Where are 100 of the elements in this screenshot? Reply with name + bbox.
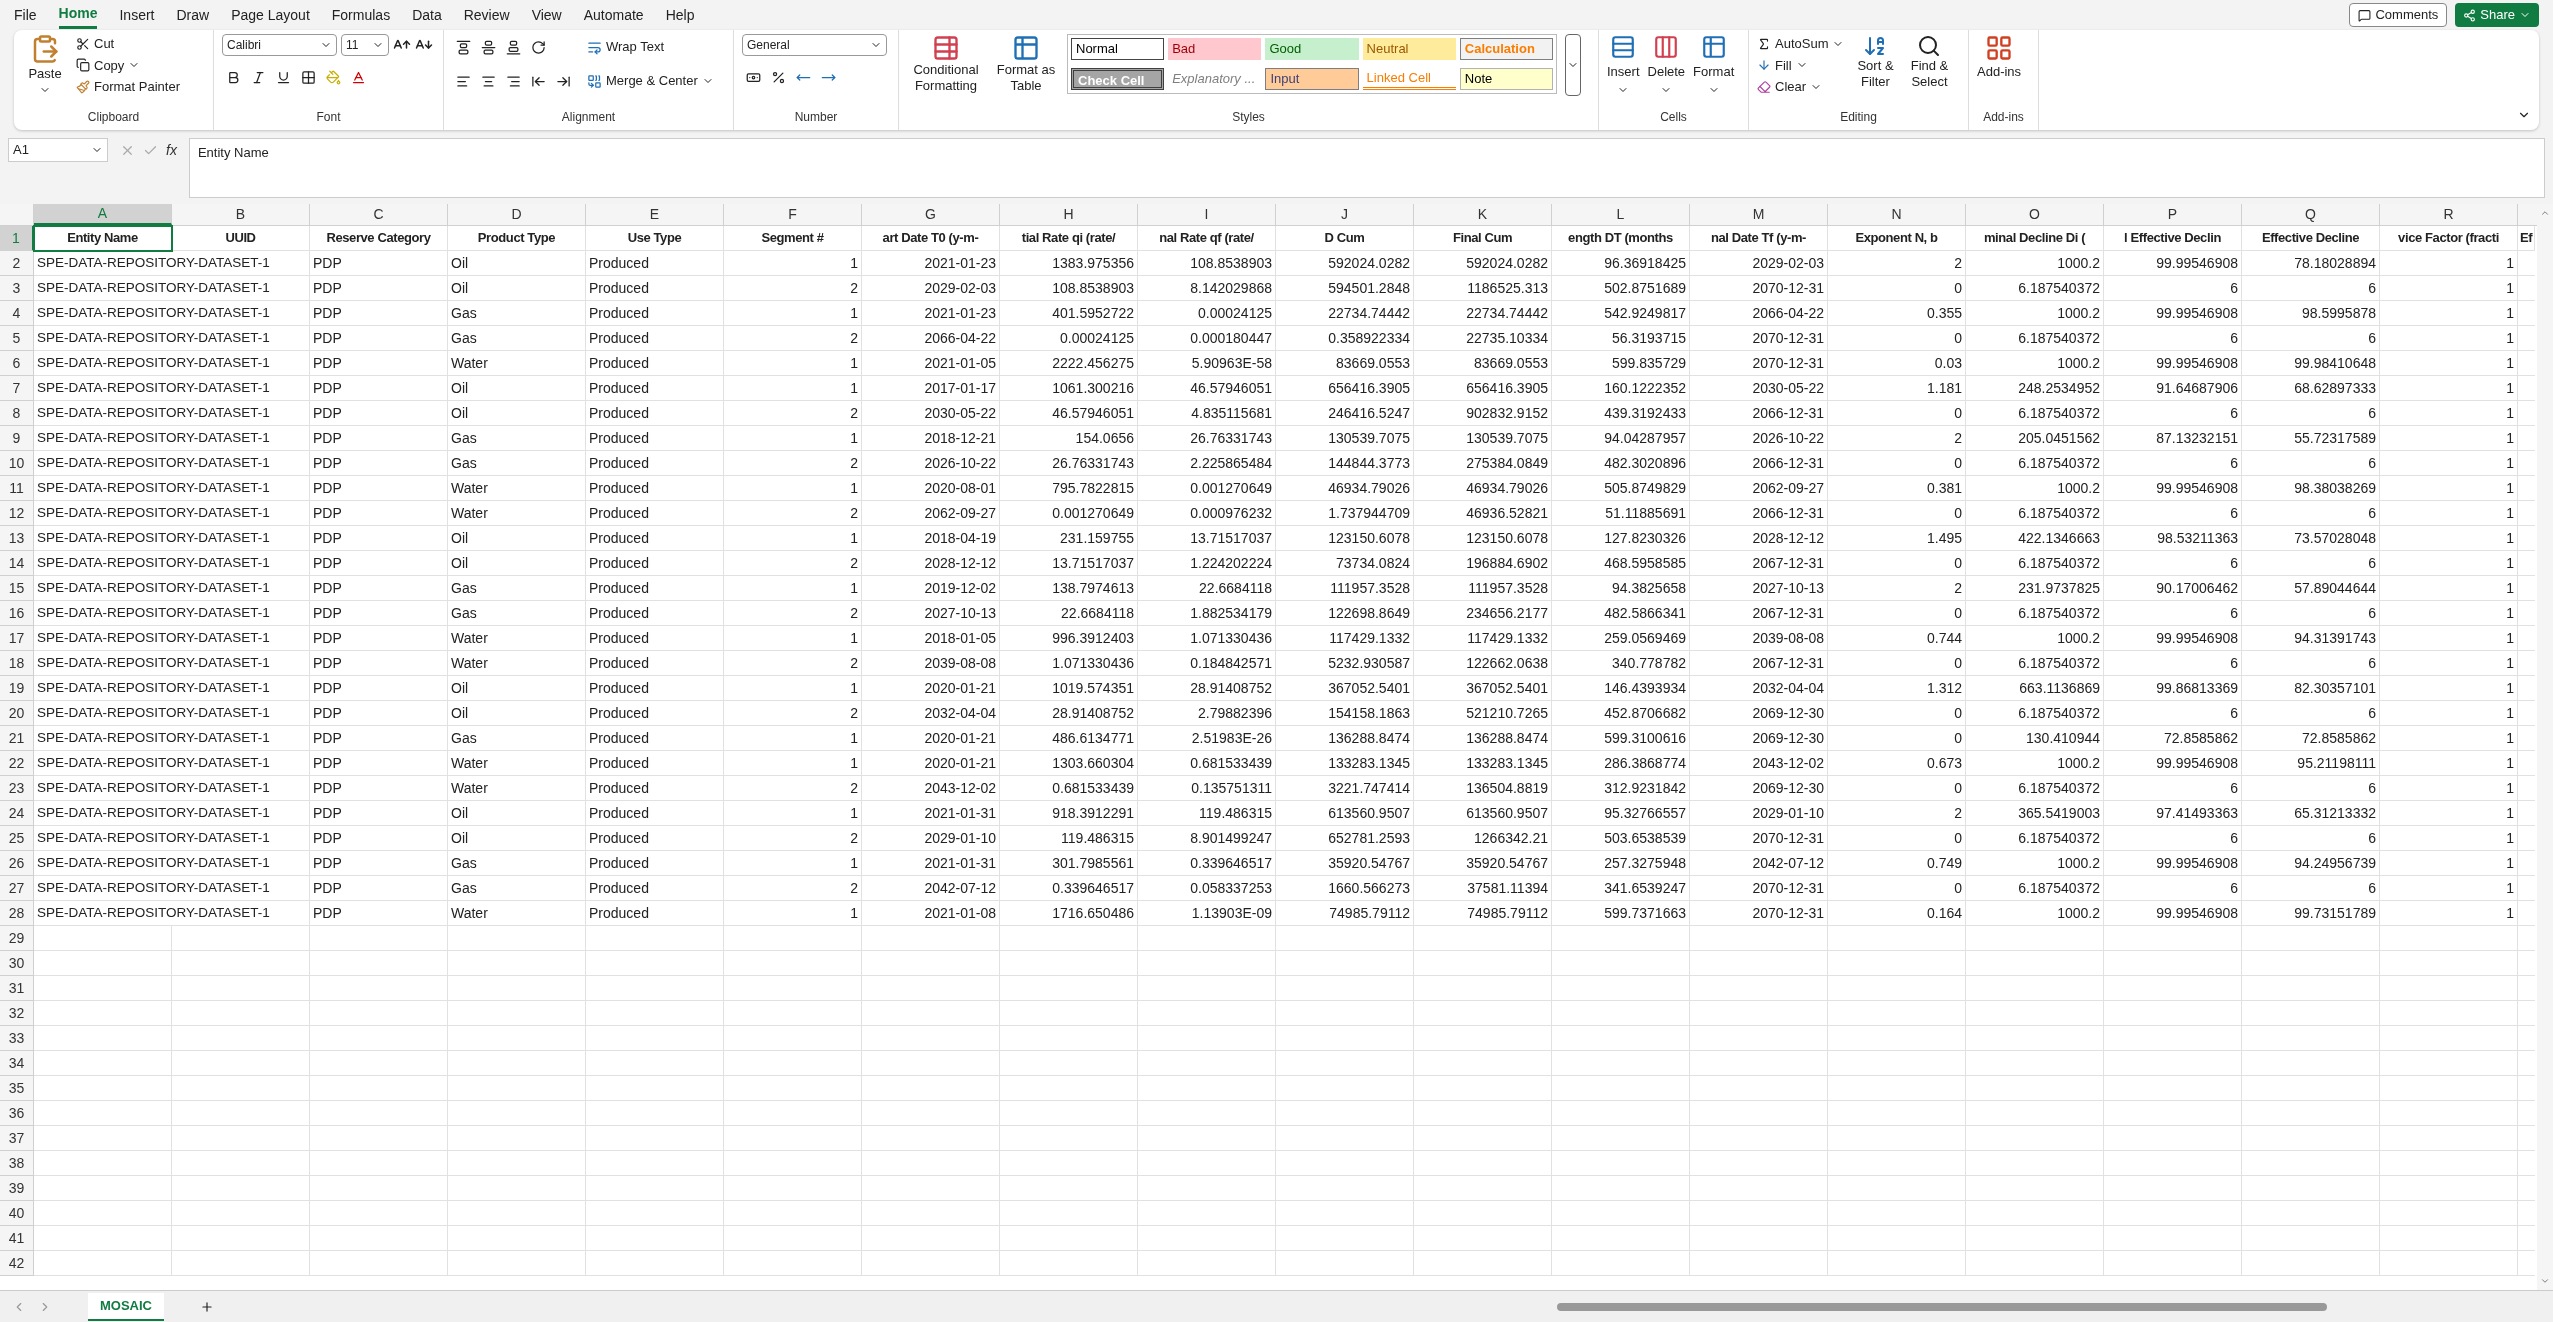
row-header[interactable]: 9 [0,426,34,451]
find-select-button[interactable]: Find & Select [1906,34,1953,97]
row-header[interactable]: 11 [0,476,34,501]
row-header[interactable]: 33 [0,1026,34,1051]
row-header[interactable]: 19 [0,676,34,701]
cells-button[interactable]: Format [1693,34,1735,96]
row-header[interactable]: 23 [0,776,34,801]
column-header[interactable]: J [1276,204,1414,225]
cell-style[interactable]: Bad [1168,38,1262,60]
column-header[interactable]: B [172,204,310,225]
cell-style[interactable]: Note [1459,68,1553,90]
row-header[interactable]: 35 [0,1076,34,1101]
menu-tab[interactable]: Review [463,1,510,29]
column-header[interactable]: H [1000,204,1138,225]
insert-function-button[interactable]: fx [166,139,177,161]
column-header[interactable]: K [1414,204,1552,225]
column-header[interactable]: Q [2242,204,2380,225]
row-header[interactable]: 42 [0,1251,34,1276]
sheet-tab[interactable]: MOSAIC [88,1292,164,1321]
row-header[interactable]: 21 [0,726,34,751]
menu-tab[interactable]: Draw [176,1,210,29]
cell-style[interactable]: Neutral [1362,38,1456,60]
row-header[interactable]: 18 [0,651,34,676]
row-header[interactable]: 20 [0,701,34,726]
row-header[interactable]: 22 [0,751,34,776]
row-header[interactable]: 10 [0,451,34,476]
row-header[interactable]: 41 [0,1226,34,1251]
font-name-dropdown[interactable]: Calibri [222,34,337,56]
row-header[interactable]: 26 [0,851,34,876]
copy-button[interactable]: Copy [76,55,180,75]
name-box[interactable]: A1 [8,138,108,162]
row-header[interactable]: 25 [0,826,34,851]
row-header[interactable]: 30 [0,951,34,976]
row-header[interactable]: 8 [0,401,34,426]
row-header[interactable]: 5 [0,326,34,351]
number-format-dropdown[interactable]: General [742,34,887,56]
format-as-table-button[interactable]: Format as Table [993,34,1059,95]
wrap-text-button[interactable]: Wrap Text [587,34,714,60]
clear-button[interactable]: Clear [1757,77,1845,97]
cell-style[interactable]: Input [1265,68,1359,90]
row-header[interactable]: 32 [0,1001,34,1026]
cell-style[interactable]: Normal [1071,38,1165,60]
cut-button[interactable]: Cut [76,34,180,54]
column-header[interactable]: D [448,204,586,225]
column-header[interactable]: A [34,204,172,225]
row-header[interactable]: 38 [0,1151,34,1176]
row-header[interactable]: 3 [0,276,34,301]
menu-tab[interactable]: View [531,1,562,29]
row-header[interactable]: 29 [0,926,34,951]
row-header[interactable]: 17 [0,626,34,651]
column-header[interactable]: L [1552,204,1690,225]
row-header[interactable]: 31 [0,976,34,1001]
formula-field[interactable]: Entity Name [188,138,2545,198]
menu-tab[interactable]: Page Layout [231,1,310,29]
add-ins-button[interactable]: Add-ins [1977,34,2022,82]
column-header[interactable]: C [310,204,448,225]
autosum-button[interactable]: AutoSum [1757,34,1845,54]
row-header[interactable]: 2 [0,251,34,276]
font-size-dropdown[interactable]: 11 [341,34,389,56]
row-header[interactable]: 7 [0,376,34,401]
column-header[interactable]: I [1138,204,1276,225]
row-header[interactable]: 37 [0,1126,34,1151]
share-button[interactable]: Share [2455,3,2539,27]
comments-button[interactable]: Comments [2349,3,2448,27]
column-header[interactable]: R [2380,204,2518,225]
merge-center-button[interactable]: Merge & Center [587,68,714,94]
row-header[interactable]: 4 [0,301,34,326]
row-header[interactable]: 13 [0,526,34,551]
row-header[interactable]: 27 [0,876,34,901]
row-header[interactable]: 6 [0,351,34,376]
column-header[interactable]: M [1690,204,1828,225]
row-header[interactable]: 15 [0,576,34,601]
column-header[interactable]: O [1966,204,2104,225]
paste-button[interactable]: Paste [22,34,68,97]
cells-button[interactable]: Delete [1647,34,1686,96]
column-header[interactable]: G [862,204,1000,225]
sort-filter-button[interactable]: Sort & Filter [1852,34,1899,97]
format-painter-button[interactable]: Format Painter [76,77,180,97]
row-header[interactable]: 14 [0,551,34,576]
menu-tab[interactable]: Insert [119,1,155,29]
column-header[interactable]: F [724,204,862,225]
menu-tab[interactable]: Formulas [331,1,391,29]
column-header[interactable]: P [2104,204,2242,225]
row-header[interactable]: 36 [0,1101,34,1126]
menu-tab[interactable]: Data [412,1,442,29]
menu-tab[interactable]: File [14,1,37,29]
menu-tab[interactable]: Help [665,1,695,29]
column-header[interactable]: N [1828,204,1966,225]
row-header[interactable]: 28 [0,901,34,926]
row-header[interactable]: 34 [0,1051,34,1076]
menu-tab[interactable]: Automate [583,1,644,29]
conditional-formatting-button[interactable]: Conditional Formatting [907,34,985,95]
row-header[interactable]: 12 [0,501,34,526]
row-header[interactable]: 39 [0,1176,34,1201]
row-header[interactable]: 16 [0,601,34,626]
row-header[interactable]: 24 [0,801,34,826]
cells-button[interactable]: Insert [1607,34,1640,96]
column-header[interactable]: E [586,204,724,225]
cell-style[interactable]: Good [1265,38,1359,60]
row-header[interactable]: 40 [0,1201,34,1226]
